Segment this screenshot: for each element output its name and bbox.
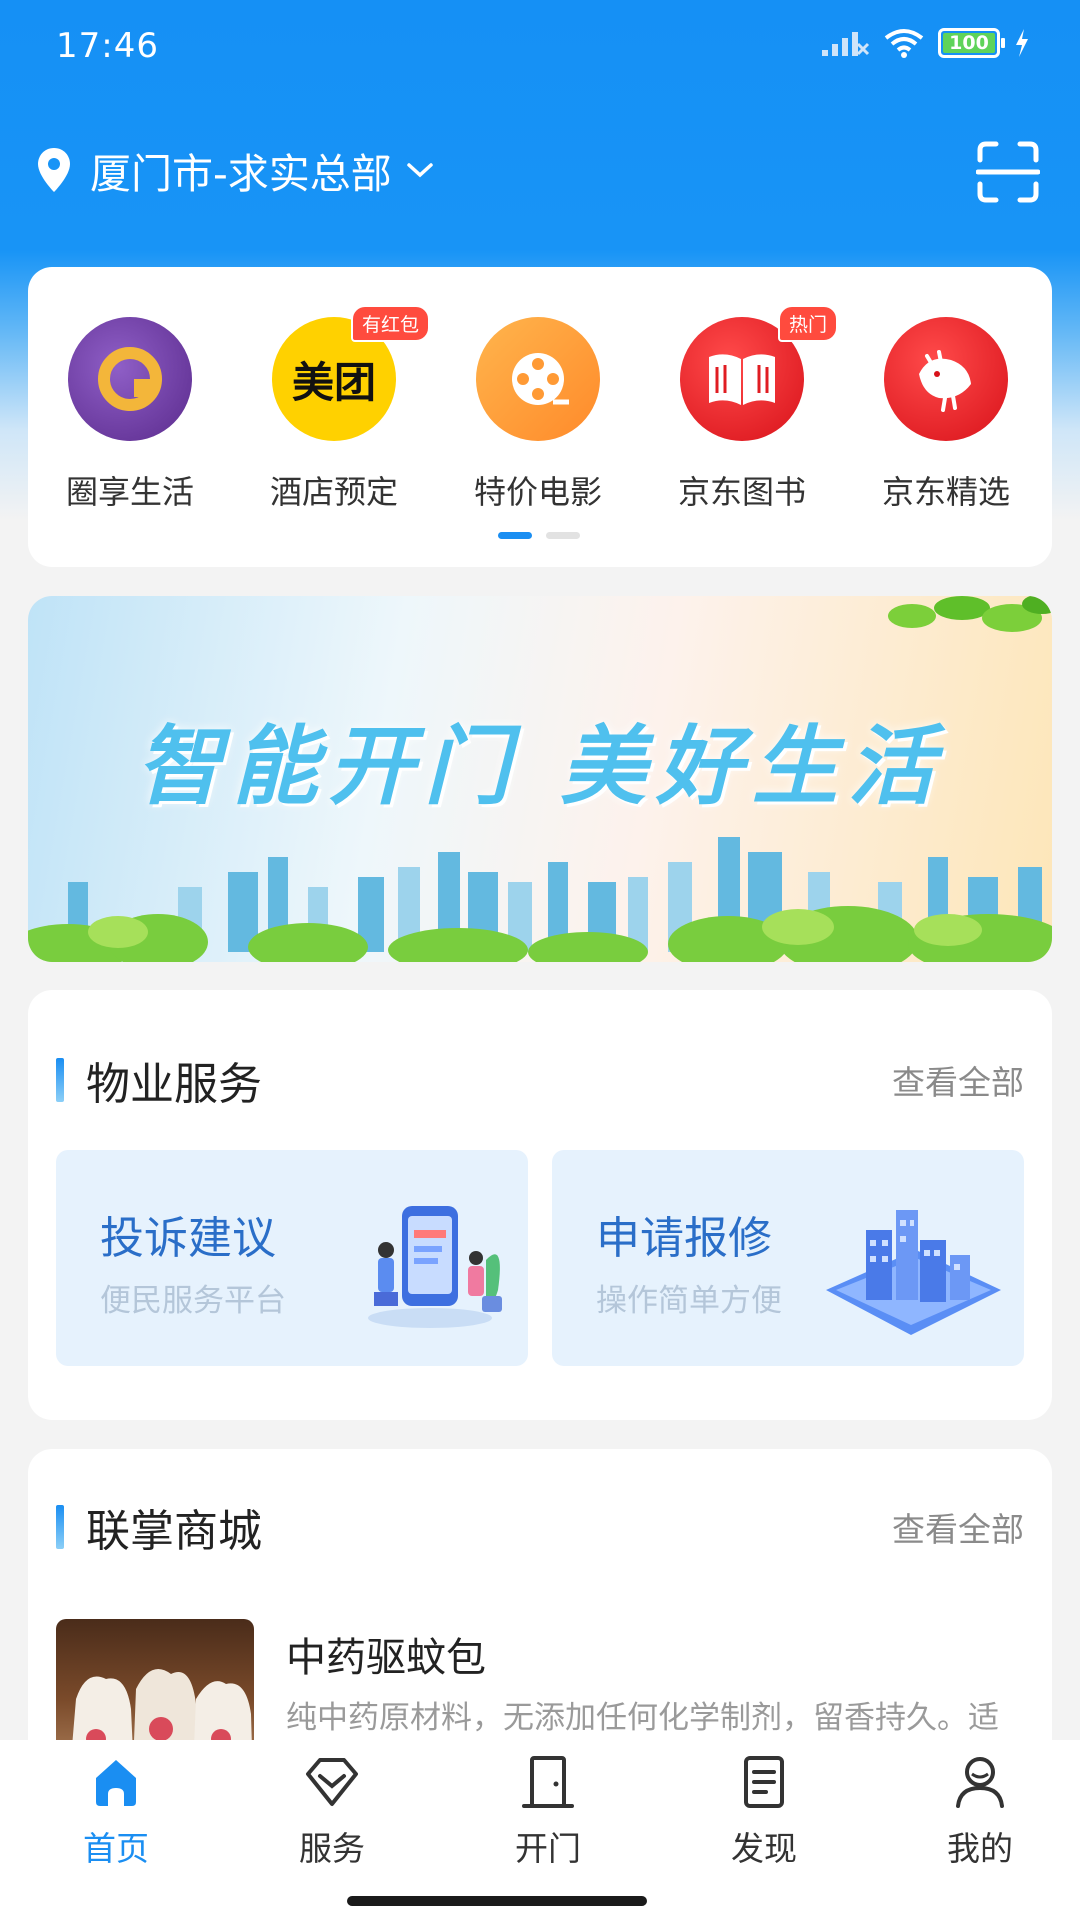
tab-open-door[interactable]: 开门 [468,1752,628,1870]
tile-subtitle: 操作简单方便 [596,1283,782,1319]
shortcut-label: 京东精选 [881,473,1010,511]
badge-red-packet: 有红包 [350,305,430,342]
tab-services[interactable]: 服务 [252,1752,412,1870]
tile-title: 投诉建议 [100,1213,276,1264]
bottom-tab-bar: 首页 服务 开门 发现 我的 [0,1740,1080,1920]
shortcut-label: 特价电影 [473,473,602,511]
shortcut-circle-life[interactable]: 圈享生活 [40,317,220,513]
building-illustration [826,1210,1001,1335]
shortcut-jd-books[interactable]: 热门 京东图书 [652,305,838,513]
complaint-tile[interactable]: 投诉建议 便民服务平台 [56,1150,528,1366]
book-icon: 热门 [680,305,838,441]
meituan-icon: 美团 有红包 [272,305,430,441]
banner-title: 智能开门 美好生活 [136,717,944,817]
battery-level: 100 [943,32,995,54]
tab-label: 我的 [947,1829,1013,1868]
wifi-icon [884,29,924,58]
diamond-icon [306,1758,358,1806]
tab-label: 首页 [83,1829,149,1868]
view-all-link[interactable]: 查看全部 [892,1056,1024,1104]
location-pin-icon [38,148,70,192]
section-accent-bar [56,1058,64,1102]
film-reel-icon [476,317,600,441]
status-icons: 100 [820,28,1030,58]
signal-icon [822,32,870,56]
section-header: 物业服务 [56,1048,262,1112]
status-bar: 17:46 100 [0,0,1080,96]
promo-banner[interactable]: 智能开门 美好生活 [28,596,1052,962]
tab-label: 发现 [731,1829,797,1868]
circle-life-icon [68,317,192,441]
tab-home[interactable]: 首页 [36,1752,196,1870]
section-title: 联掌商城 [86,1506,262,1557]
chevron-down-icon [407,163,433,178]
badge-hot: 热门 [777,305,838,342]
meituan-logo-text: 美团 [291,357,376,407]
pager-dot[interactable] [546,532,580,539]
location-selector[interactable]: 厦门市-求实总部 [36,140,434,200]
tab-label: 开门 [515,1829,581,1868]
jd-dog-icon [884,317,1008,441]
user-icon [956,1757,1004,1808]
scan-icon[interactable] [976,140,1040,204]
section-title: 物业服务 [86,1059,262,1110]
location-label: 厦门市-求实总部 [90,150,392,198]
shortcuts-card: 圈享生活 美团 有红包 酒店预定 特价电影 热门 京东图书 京东精选 [28,267,1052,567]
home-icon [96,1760,136,1806]
city-skyline-illustration [28,837,1052,962]
tab-label: 服务 [299,1829,365,1868]
status-time: 17:46 [56,26,159,66]
leaves-decoration [888,596,1052,632]
section-accent-bar [56,1505,64,1549]
home-indicator [347,1896,647,1906]
section-header: 联掌商城 [56,1495,262,1559]
carousel-pager [498,532,580,539]
tab-discover[interactable]: 发现 [684,1752,844,1870]
repair-request-tile[interactable]: 申请报修 操作简单方便 [552,1150,1024,1366]
shortcut-hotel[interactable]: 美团 有红包 酒店预定 [244,305,430,513]
shortcut-label: 京东图书 [677,473,806,511]
property-services-card: 物业服务 查看全部 投诉建议 便民服务平台 申请报修 操作简单方便 [28,990,1052,1420]
complaint-illustration [368,1206,502,1328]
tab-profile[interactable]: 我的 [900,1752,1060,1870]
shortcut-jd-select[interactable]: 京东精选 [856,317,1036,513]
battery-icon: 100 [938,28,1005,58]
view-all-link[interactable]: 查看全部 [892,1503,1024,1551]
product-name: 中药驱蚊包 [286,1635,486,1681]
shortcut-label: 酒店预定 [269,473,398,511]
shortcut-movie[interactable]: 特价电影 [448,317,628,513]
tile-subtitle: 便民服务平台 [100,1283,286,1319]
document-icon [744,1756,784,1808]
pager-dot-active[interactable] [498,532,532,539]
shortcut-label: 圈享生活 [65,473,194,511]
charging-icon [1016,29,1028,57]
tile-title: 申请报修 [596,1213,772,1264]
door-icon [522,1756,574,1808]
